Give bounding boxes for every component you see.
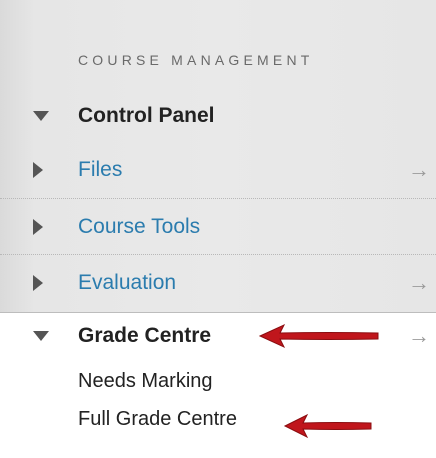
section-heading: COURSE MANAGEMENT xyxy=(78,52,314,68)
caret-right-icon xyxy=(33,275,43,291)
submenu-item-full-grade-centre[interactable]: Full Grade Centre xyxy=(78,408,237,431)
arrow-right-icon[interactable]: → xyxy=(408,323,430,349)
control-panel-label: Control Panel xyxy=(78,104,215,127)
caret-right-icon xyxy=(33,162,43,178)
menu-item-label: Evaluation xyxy=(78,271,177,294)
annotation-arrow-icon xyxy=(283,413,372,439)
caret-down-icon xyxy=(33,331,49,341)
menu-item-files[interactable]: Files → xyxy=(0,142,436,198)
arrow-right-icon[interactable]: → xyxy=(408,157,430,183)
menu-item-course-tools[interactable]: Course Tools xyxy=(0,199,436,255)
caret-down-icon xyxy=(33,111,49,121)
arrow-right-icon[interactable]: → xyxy=(408,270,430,296)
control-panel-toggle[interactable]: Control Panel xyxy=(0,88,436,144)
caret-right-icon xyxy=(33,219,43,235)
menu-item-label: Course Tools xyxy=(78,215,201,238)
submenu-item-needs-marking[interactable]: Needs Marking xyxy=(78,370,213,393)
course-management-panel: COURSE MANAGEMENT Control Panel Files → … xyxy=(0,0,436,458)
menu-item-label: Files xyxy=(78,158,123,181)
annotation-arrow-icon xyxy=(258,323,379,349)
grade-centre-label: Grade Centre xyxy=(78,324,212,347)
menu-item-evaluation[interactable]: Evaluation → xyxy=(0,255,436,311)
